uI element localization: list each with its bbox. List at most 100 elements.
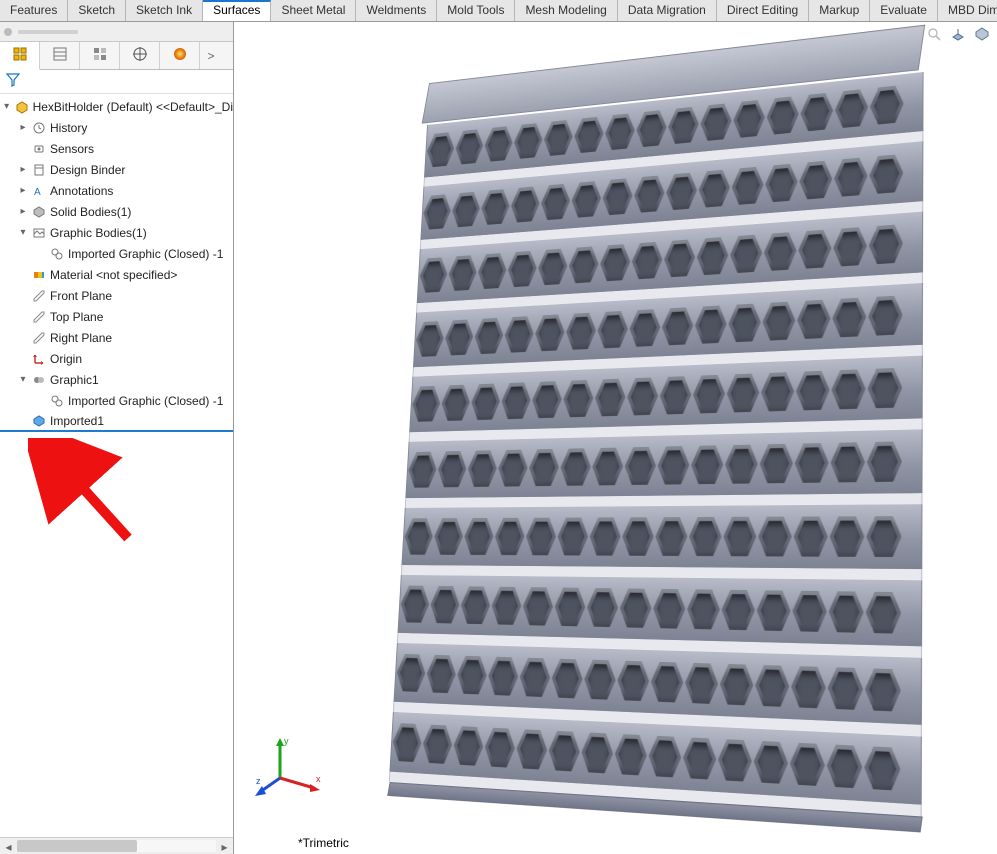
ribbon-tab-weldments[interactable]: Weldments (356, 0, 437, 21)
ribbon-tab-sketch[interactable]: Sketch (68, 0, 126, 21)
tab-label: Features (10, 3, 57, 17)
tree-item-label: Graphic1 (48, 373, 99, 387)
dimxpert-manager-icon (132, 46, 148, 65)
feature-tree[interactable]: ▾ HexBitHolder (Default) <<Default>_Di ▸… (0, 94, 233, 837)
feature-manager-pane: > ▾ HexBitHolder (Default) <<Default>_Di… (0, 22, 234, 854)
svg-text:A: A (34, 187, 41, 198)
tree-item-imported1[interactable]: Imported1 (0, 411, 233, 432)
view-orientation-icon (950, 26, 966, 45)
tree-item-origin[interactable]: Origin (0, 348, 233, 369)
tree-item-top-plane[interactable]: Top Plane (0, 306, 233, 327)
ribbon-tab-evaluate[interactable]: Evaluate (870, 0, 938, 21)
collapse-icon[interactable]: ▾ (16, 227, 30, 238)
tree-item-solid-bodies[interactable]: ▸ Solid Bodies(1) (0, 201, 233, 222)
tree-item-label: Imported Graphic (Closed) -1 (66, 394, 223, 408)
chevron-right-icon: > (207, 49, 214, 63)
tab-label: Mesh Modeling (525, 3, 606, 17)
command-ribbon: Features Sketch Sketch Ink Surfaces Shee… (0, 0, 997, 22)
view-orientation-button[interactable] (949, 26, 967, 44)
tree-item-label: Design Binder (48, 163, 125, 177)
ribbon-tab-markup[interactable]: Markup (809, 0, 870, 21)
ribbon-tab-direct-editing[interactable]: Direct Editing (717, 0, 809, 21)
tree-item-label: Graphic Bodies(1) (48, 226, 147, 240)
tab-label: Weldments (366, 3, 426, 17)
ribbon-tab-features[interactable]: Features (0, 0, 68, 21)
display-manager-tab[interactable] (160, 42, 200, 69)
annotations-icon: A (30, 184, 48, 198)
tree-root[interactable]: ▾ HexBitHolder (Default) <<Default>_Di (0, 96, 233, 117)
tab-label: Markup (819, 3, 859, 17)
tree-item-label: Imported Graphic (Closed) -1 (66, 247, 223, 261)
imported-icon (30, 414, 48, 428)
property-manager-icon (52, 46, 68, 65)
dimxpert-manager-tab[interactable] (120, 42, 160, 69)
tree-item-graphic-bodies[interactable]: ▾ Graphic Bodies(1) (0, 222, 233, 243)
tab-label: Data Migration (628, 3, 706, 17)
tree-root-label: HexBitHolder (Default) <<Default>_Di (31, 100, 233, 114)
tree-item-material[interactable]: Material <not specified> (0, 264, 233, 285)
zoom-area-icon (926, 26, 942, 45)
expand-icon[interactable]: ▸ (16, 164, 30, 175)
expand-icon[interactable]: ▸ (16, 206, 30, 217)
tab-label: MBD Dimensions (948, 3, 997, 17)
orientation-triad[interactable]: y x z (252, 726, 332, 806)
collapse-icon[interactable]: ▾ (16, 374, 30, 385)
ribbon-tab-mold-tools[interactable]: Mold Tools (437, 0, 515, 21)
display-style-button[interactable] (973, 26, 991, 44)
qat-bar (18, 30, 78, 34)
tree-item-label: Solid Bodies(1) (48, 205, 131, 219)
ribbon-tab-mbd-dimensions[interactable]: MBD Dimensions (938, 0, 997, 21)
imported-graphic-icon (48, 247, 66, 261)
tree-item-imported-graphic-b[interactable]: Imported Graphic (Closed) -1 (0, 390, 233, 411)
tree-item-right-plane[interactable]: Right Plane (0, 327, 233, 348)
axis-y-label: y (284, 736, 289, 746)
zoom-area-button[interactable] (925, 26, 943, 44)
ribbon-tab-sheet-metal[interactable]: Sheet Metal (271, 0, 356, 21)
tree-item-annotations[interactable]: ▸ A Annotations (0, 180, 233, 201)
tree-item-sensors[interactable]: Sensors (0, 138, 233, 159)
expand-icon[interactable]: ▸ (16, 185, 30, 196)
ribbon-tab-sketch-ink[interactable]: Sketch Ink (126, 0, 203, 21)
tree-horizontal-scrollbar[interactable]: ◂ ▸ (0, 837, 233, 854)
tab-label: Sketch Ink (136, 3, 192, 17)
ribbon-tab-mesh-modeling[interactable]: Mesh Modeling (515, 0, 617, 21)
tree-item-label: Imported1 (48, 414, 104, 428)
tree-item-label: History (48, 121, 87, 135)
axis-z-label: z (256, 776, 261, 786)
tree-item-history[interactable]: ▸ History (0, 117, 233, 138)
expand-icon[interactable]: ▸ (16, 122, 30, 133)
scroll-right-button[interactable]: ▸ (216, 838, 233, 854)
tree-filter-row (0, 70, 233, 94)
solid-bodies-icon (30, 205, 48, 219)
feature-manager-icon (12, 46, 28, 65)
origin-icon (30, 352, 48, 366)
configuration-manager-tab[interactable] (80, 42, 120, 69)
property-manager-tab[interactable] (40, 42, 80, 69)
tree-item-imported-graphic-a[interactable]: Imported Graphic (Closed) -1 (0, 243, 233, 264)
scroll-thumb[interactable] (17, 840, 137, 852)
tab-label: Sketch (78, 3, 115, 17)
graphic-feature-icon (30, 373, 48, 387)
material-icon (30, 268, 48, 282)
model-render: document.write( Array.from({length:10}).… (330, 58, 970, 782)
graphics-viewport[interactable]: document.write( Array.from({length:10}).… (234, 22, 997, 854)
ribbon-tab-surfaces[interactable]: Surfaces (203, 0, 271, 21)
tree-item-graphic1[interactable]: ▾ Graphic1 (0, 369, 233, 390)
ribbon-tab-data-migration[interactable]: Data Migration (618, 0, 717, 21)
tab-label: Direct Editing (727, 3, 798, 17)
qat-dot (4, 28, 12, 36)
tree-item-label: Front Plane (48, 289, 112, 303)
manager-tabs-overflow[interactable]: > (200, 42, 222, 69)
scroll-left-button[interactable]: ◂ (0, 838, 17, 854)
feature-manager-tab[interactable] (0, 42, 40, 70)
tree-item-front-plane[interactable]: Front Plane (0, 285, 233, 306)
display-style-icon (974, 26, 990, 45)
collapse-icon[interactable]: ▾ (0, 101, 13, 112)
tree-item-design-binder[interactable]: ▸ Design Binder (0, 159, 233, 180)
part-icon (13, 100, 30, 114)
tree-item-label: Annotations (48, 184, 113, 198)
tab-label: Mold Tools (447, 3, 504, 17)
history-icon (30, 121, 48, 135)
funnel-icon[interactable] (6, 73, 20, 90)
tab-label: Sheet Metal (281, 3, 345, 17)
